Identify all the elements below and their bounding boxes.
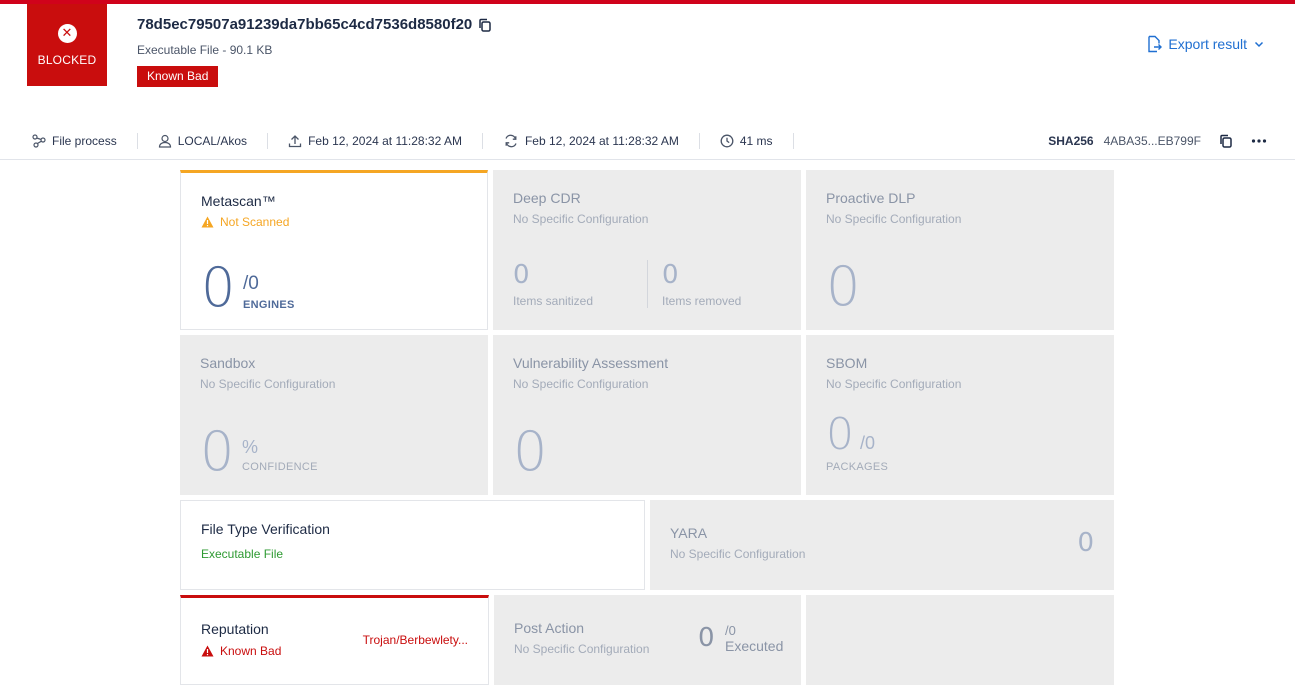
metascan-status-text: Not Scanned xyxy=(220,215,290,229)
sandbox-title: Sandbox xyxy=(200,355,256,371)
yara-title: YARA xyxy=(670,525,708,541)
file-meta-bar: File process LOCAL/Akos Feb 12, 2024 at … xyxy=(0,122,1295,160)
top-accent-bar xyxy=(0,0,1295,4)
upload-icon xyxy=(288,134,302,148)
sandbox-card[interactable]: Sandbox No Specific Configuration 0 % CO… xyxy=(180,335,488,495)
proactive-dlp-card[interactable]: Proactive DLP No Specific Configuration … xyxy=(806,170,1114,330)
sbom-total: /0 xyxy=(860,433,876,453)
cdr-sanitized-value: 0 xyxy=(513,260,530,290)
deep-cdr-title: Deep CDR xyxy=(513,190,581,206)
proactive-dlp-title: Proactive DLP xyxy=(826,190,916,206)
file-type-status: Executable File xyxy=(201,547,284,561)
file-name: 78d5ec79507a91239da7bb65c4cd7536d8580f20 xyxy=(137,16,473,33)
meta-duration: 41 ms xyxy=(700,132,794,149)
warning-icon xyxy=(201,216,214,228)
user-icon xyxy=(158,134,172,148)
cdr-removed-label: Items removed xyxy=(662,294,742,308)
metascan-unit: ENGINES xyxy=(243,299,295,311)
proactive-dlp-value: 0 xyxy=(826,255,861,318)
process-cycle-icon xyxy=(503,134,519,148)
hash-group: SHA256 4ABA35...EB799F xyxy=(1048,134,1267,148)
reputation-status-text: Known Bad xyxy=(220,644,282,658)
chevron-down-icon xyxy=(1253,38,1265,50)
vulnerability-value: 0 xyxy=(513,420,548,483)
uploaded-time: Feb 12, 2024 at 11:28:32 AM xyxy=(308,133,462,148)
clock-icon xyxy=(720,134,734,148)
meta-uploaded: Feb 12, 2024 at 11:28:32 AM xyxy=(268,132,483,149)
process-graph-icon xyxy=(32,133,46,148)
post-action-value: 0 xyxy=(698,623,715,653)
file-type-card[interactable]: File Type Verification Executable File xyxy=(180,500,645,590)
blocked-x-icon: ✕ xyxy=(57,23,77,43)
verdict-badge: Known Bad xyxy=(137,66,219,87)
metascan-total: /0 xyxy=(243,273,259,294)
metascan-status: Not Scanned xyxy=(201,215,289,229)
hash-label: SHA256 xyxy=(1048,133,1094,148)
cdr-divider xyxy=(647,260,648,308)
file-type-title: File Type Verification xyxy=(201,521,330,537)
reputation-title: Reputation xyxy=(201,621,269,637)
verdict-label: BLOCKED xyxy=(37,52,97,67)
sbom-title: SBOM xyxy=(826,355,868,371)
sbom-card[interactable]: SBOM No Specific Configuration 0 /0 PACK… xyxy=(806,335,1114,495)
file-name-row: 78d5ec79507a91239da7bb65c4cd7536d8580f20 xyxy=(137,16,492,33)
sandbox-value: 0 xyxy=(200,420,235,483)
export-result-button[interactable]: Export result xyxy=(1146,35,1265,53)
export-label: Export result xyxy=(1168,36,1247,52)
yara-sub: No Specific Configuration xyxy=(670,547,806,561)
sandbox-sub: No Specific Configuration xyxy=(200,377,336,391)
metascan-value: 0 xyxy=(201,256,236,319)
post-action-card[interactable]: Post Action No Specific Configuration 0 … xyxy=(494,595,801,685)
hash-value: 4ABA35...EB799F xyxy=(1103,133,1201,148)
sbom-unit: PACKAGES xyxy=(826,461,889,473)
file-info: Executable File - 90.1 KB xyxy=(137,43,273,57)
yara-card[interactable]: YARA No Specific Configuration 0 xyxy=(650,500,1114,590)
yara-value: 0 xyxy=(1077,528,1094,558)
sandbox-unit: CONFIDENCE xyxy=(242,461,318,473)
post-action-title: Post Action xyxy=(514,620,585,636)
meta-processed: Feb 12, 2024 at 11:28:32 AM xyxy=(483,132,700,149)
post-action-total: /0 xyxy=(725,623,736,638)
deep-cdr-sub: No Specific Configuration xyxy=(513,212,649,226)
reputation-card[interactable]: Reputation Known Bad Trojan/Berbewlety..… xyxy=(180,595,489,685)
empty-card xyxy=(806,595,1114,685)
danger-warning-icon xyxy=(201,645,214,657)
cdr-sanitized-label: Items sanitized xyxy=(513,294,594,308)
sbom-sub: No Specific Configuration xyxy=(826,377,962,391)
user-value: LOCAL/Akos xyxy=(177,133,248,148)
file-process-link[interactable]: File process xyxy=(0,132,138,149)
reputation-status: Known Bad xyxy=(201,644,281,658)
metascan-title: Metascan™ xyxy=(201,193,276,209)
copy-icon[interactable] xyxy=(478,18,492,32)
cdr-removed-value: 0 xyxy=(662,260,679,290)
vulnerability-sub: No Specific Configuration xyxy=(513,377,649,391)
post-action-sub: No Specific Configuration xyxy=(514,642,650,656)
file-process-label: File process xyxy=(52,133,117,148)
sbom-value: 0 xyxy=(826,409,854,460)
post-action-unit: Executed xyxy=(725,638,784,654)
proactive-dlp-sub: No Specific Configuration xyxy=(826,212,962,226)
copy-hash-icon[interactable] xyxy=(1219,134,1233,148)
duration-value: 41 ms xyxy=(739,133,773,148)
metascan-card[interactable]: Metascan™ Not Scanned 0 /0 ENGINES xyxy=(180,170,488,330)
vulnerability-card[interactable]: Vulnerability Assessment No Specific Con… xyxy=(493,335,801,495)
export-file-icon xyxy=(1146,35,1163,53)
more-options-icon[interactable] xyxy=(1251,138,1267,144)
sandbox-unit-symbol: % xyxy=(242,437,259,457)
vulnerability-title: Vulnerability Assessment xyxy=(513,355,669,371)
processed-time: Feb 12, 2024 at 11:28:32 AM xyxy=(524,133,679,148)
meta-user: LOCAL/Akos xyxy=(138,132,269,149)
deep-cdr-card[interactable]: Deep CDR No Specific Configuration 0 Ite… xyxy=(493,170,801,330)
verdict-block: ✕ BLOCKED xyxy=(27,4,107,86)
reputation-threat[interactable]: Trojan/Berbewlety... xyxy=(363,633,468,647)
